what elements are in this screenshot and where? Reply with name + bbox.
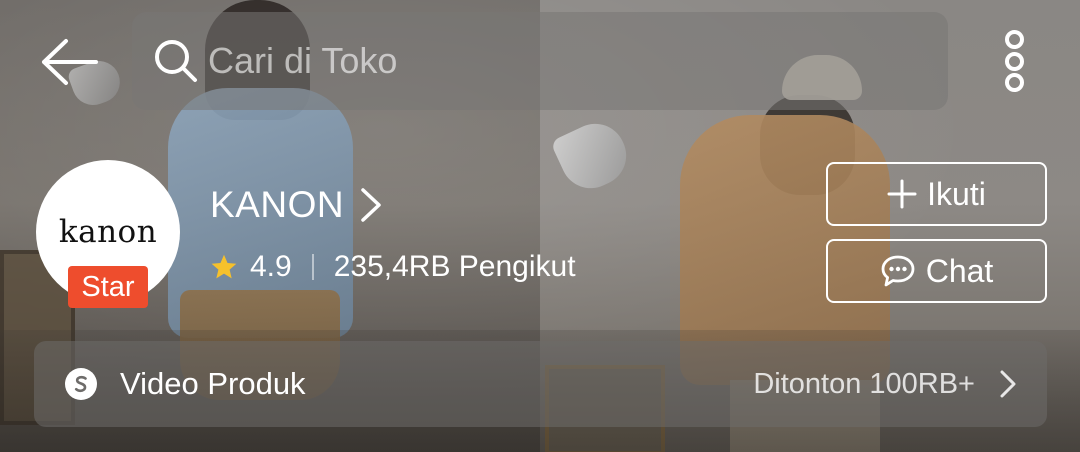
search-placeholder: Cari di Toko	[208, 40, 398, 81]
back-button[interactable]	[36, 32, 100, 92]
shop-rating: 4.9	[250, 250, 292, 283]
follower-count: 235,4RB Pengikut	[333, 250, 576, 283]
video-icon	[65, 368, 97, 400]
follow-label: Ikuti	[927, 175, 986, 212]
chevron-right-icon	[1000, 370, 1016, 398]
more-vertical-icon	[1004, 30, 1024, 49]
shop-search-bar[interactable]: Cari di Toko	[132, 12, 948, 110]
shop-name: KANON	[210, 184, 345, 225]
chevron-right-icon	[361, 188, 381, 222]
search-icon	[155, 40, 197, 82]
shop-name-link[interactable]: KANON	[210, 184, 382, 226]
stats-divider	[311, 254, 314, 280]
product-video-bar[interactable]: Video Produk Ditonton 100RB+	[34, 341, 1047, 427]
follow-button[interactable]: Ikuti	[826, 162, 1047, 226]
video-label: Video Produk	[120, 366, 306, 401]
video-views: Ditonton 100RB+	[753, 367, 975, 400]
back-arrow-icon	[42, 39, 98, 85]
star-seller-badge: Star	[68, 266, 148, 308]
chat-button[interactable]: Chat	[826, 239, 1047, 303]
star-icon	[211, 254, 237, 279]
shop-stats: 4.9 235,4RB Pengikut	[210, 250, 576, 284]
plus-icon	[887, 179, 917, 209]
chat-label: Chat	[925, 252, 994, 289]
more-options-button[interactable]	[994, 28, 1034, 94]
shop-logo-text: kanon	[58, 214, 158, 250]
chat-bubble-icon	[881, 255, 915, 287]
